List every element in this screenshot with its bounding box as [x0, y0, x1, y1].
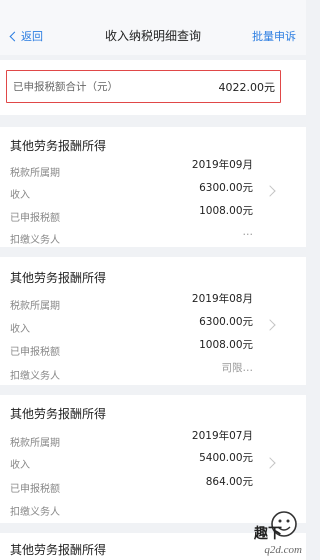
chevron-left-icon: [9, 31, 20, 41]
income-record-card[interactable]: 其他劳务报酬所得 税款所属期 2019年09月 收入 6300.00元 已申报税…: [0, 127, 306, 247]
row-label: 已申报税额: [10, 213, 60, 224]
row-label: 已申报税额: [10, 347, 60, 358]
chevron-right-icon: [264, 457, 276, 469]
row-value: …: [242, 226, 254, 238]
income-record-card[interactable]: 其他劳务报酬所得 税款所属期 2019年08月 收入 6300.00元 已申报税…: [0, 257, 306, 385]
card-title: 其他劳务报酬所得: [10, 543, 107, 557]
summary-label: 已申报税额合计（元）: [13, 81, 118, 93]
row-value: 864.00元: [205, 476, 253, 488]
tax-summary-highlight: 已申报税额合计（元） 4022.00元: [6, 70, 281, 103]
row-label: 收入: [10, 324, 30, 335]
site-watermark: 趣下 q2d.com: [244, 508, 302, 558]
back-button[interactable]: 返回: [8, 28, 43, 44]
row-label: 扣缴义务人: [10, 371, 60, 382]
row-label: 税款所属期: [10, 301, 60, 312]
batch-appeal-button[interactable]: 批量申诉: [252, 28, 296, 44]
row-value: 5400.00元: [199, 452, 253, 464]
row-value: 6300.00元: [199, 316, 253, 328]
row-label: 已申报税额: [10, 484, 60, 495]
row-label: 税款所属期: [10, 438, 60, 449]
row-label: 扣缴义务人: [10, 507, 60, 518]
card-title: 其他劳务报酬所得: [10, 139, 107, 153]
chevron-right-icon: [264, 319, 276, 331]
summary-value: 4022.00元: [218, 80, 276, 94]
row-value: 2019年08月: [191, 293, 253, 305]
row-value: 1008.00元: [199, 205, 253, 217]
watermark-brand: 趣下: [253, 525, 282, 542]
income-record-card[interactable]: 其他劳务报酬所得 税款所属期 2019年07月 收入 5400.00元 已申报税…: [0, 395, 306, 523]
row-value: 司限…: [221, 362, 254, 374]
row-value: 6300.00元: [199, 182, 253, 194]
chevron-right-icon: [264, 185, 276, 197]
watermark-url: q2d.com: [264, 544, 302, 556]
tax-summary-panel: 已申报税额合计（元） 4022.00元: [0, 60, 306, 115]
row-label: 税款所属期: [10, 168, 60, 179]
row-value: 1008.00元: [199, 339, 253, 351]
card-title: 其他劳务报酬所得: [10, 407, 107, 421]
back-label: 返回: [21, 30, 43, 43]
row-value: 2019年07月: [191, 430, 253, 442]
row-label: 扣缴义务人: [10, 235, 60, 246]
row-label: 收入: [10, 190, 30, 201]
row-label: 收入: [10, 460, 30, 471]
nav-bar: 返回 收入纳税明细查询 批量申诉: [0, 0, 306, 55]
card-title: 其他劳务报酬所得: [10, 271, 107, 285]
row-value: 2019年09月: [191, 159, 253, 171]
